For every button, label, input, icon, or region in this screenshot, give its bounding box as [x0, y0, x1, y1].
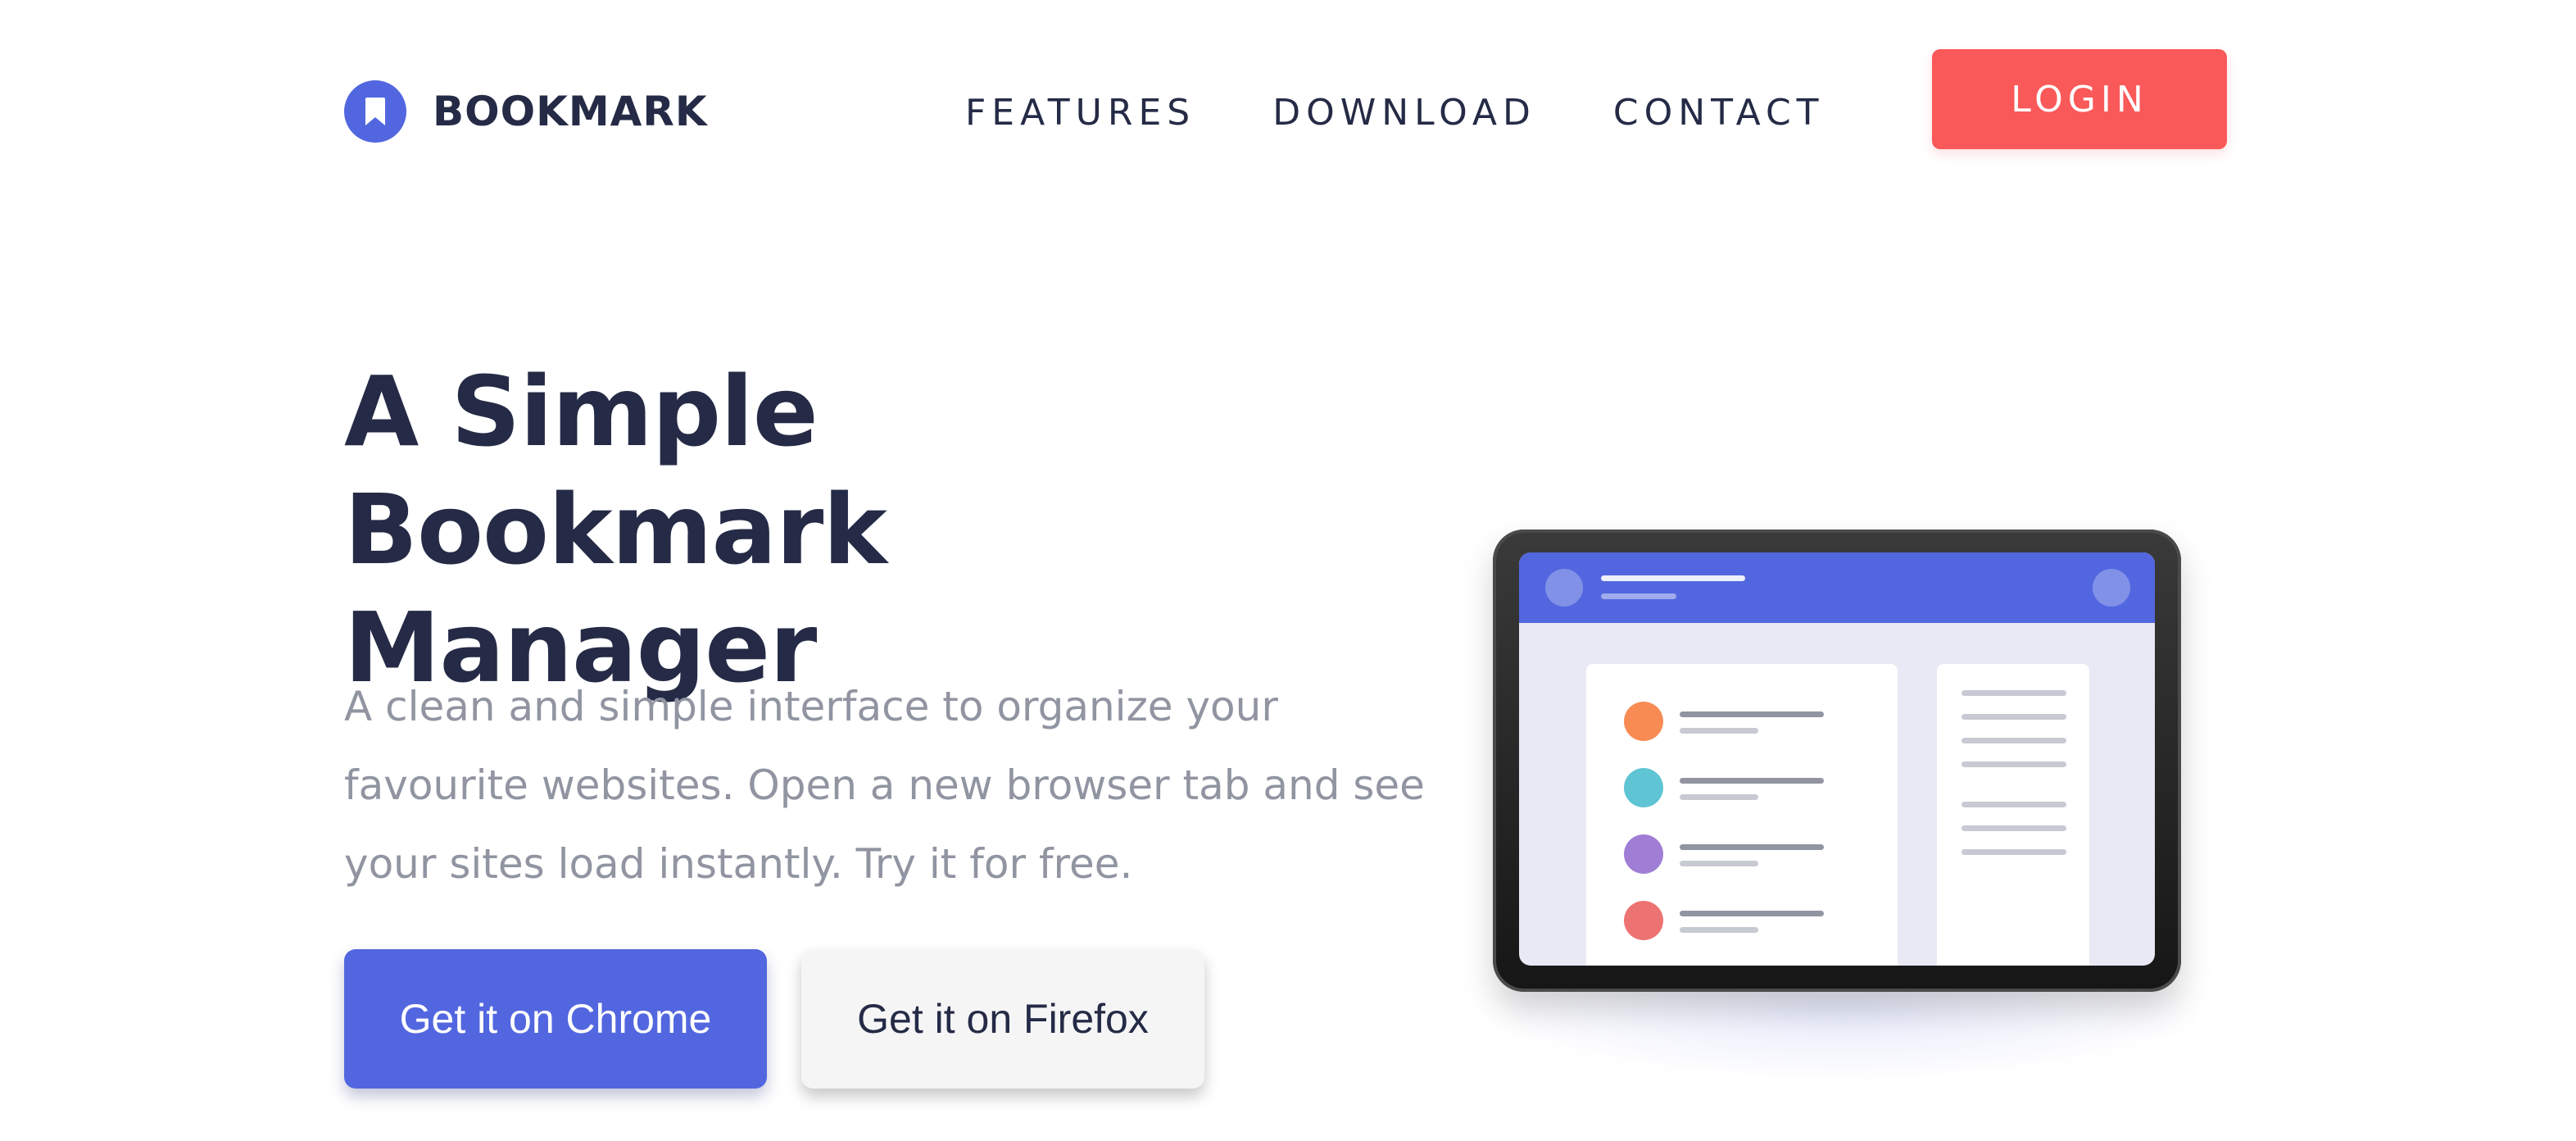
bookmark-icon	[344, 80, 406, 143]
tablet-illustration	[1493, 530, 2181, 992]
brand-name: BOOKMARK	[433, 88, 708, 135]
landing-page: BOOKMARK FEATURES DOWNLOAD CONTACT LOGIN…	[0, 0, 2576, 1141]
side-line	[1961, 690, 2066, 696]
bookmark-line	[1680, 844, 1824, 850]
nav-item-contact[interactable]: CONTACT	[1613, 92, 1825, 134]
header-line	[1601, 593, 1676, 599]
tablet-screen	[1519, 552, 2155, 966]
bookmark-line	[1680, 794, 1758, 800]
side-line	[1961, 825, 2066, 831]
nav-item-download[interactable]: DOWNLOAD	[1272, 92, 1536, 134]
side-line	[1961, 802, 2066, 807]
login-button[interactable]: LOGIN	[1932, 49, 2227, 149]
bookmark-dot	[1624, 768, 1663, 807]
bookmark-dot	[1624, 702, 1663, 741]
hero-subtitle: A clean and simple interface to organize…	[344, 683, 1425, 888]
main-nav: FEATURES DOWNLOAD CONTACT	[965, 89, 1825, 136]
avatar-placeholder	[1545, 569, 1583, 607]
side-line	[1961, 738, 2066, 743]
nav-item-features[interactable]: FEATURES	[965, 92, 1195, 134]
firefox-download-button[interactable]: Get it on Firefox	[801, 949, 1204, 1089]
header-line	[1601, 575, 1745, 581]
side-line	[1961, 761, 2066, 767]
bookmark-line	[1680, 911, 1824, 916]
brand-logo[interactable]: BOOKMARK	[344, 80, 708, 143]
bookmark-dot	[1624, 901, 1663, 940]
hero-title-line1: A Simple Bookmark	[344, 355, 887, 586]
bookmark-line	[1680, 927, 1758, 933]
screen-header-bar	[1519, 552, 2155, 623]
side-line	[1961, 849, 2066, 855]
bookmark-list-panel	[1586, 664, 1898, 966]
bookmark-line	[1680, 711, 1824, 717]
bookmark-line	[1680, 861, 1758, 866]
hero-title: A Simple Bookmark Manager	[344, 352, 1376, 707]
bookmark-glyph	[365, 98, 385, 125]
chrome-download-button[interactable]: Get it on Chrome	[344, 949, 767, 1089]
side-panel	[1937, 664, 2089, 966]
bookmark-line	[1680, 778, 1824, 784]
menu-placeholder	[2093, 569, 2130, 607]
side-line	[1961, 714, 2066, 720]
bookmark-line	[1680, 728, 1758, 734]
bookmark-dot	[1624, 834, 1663, 874]
